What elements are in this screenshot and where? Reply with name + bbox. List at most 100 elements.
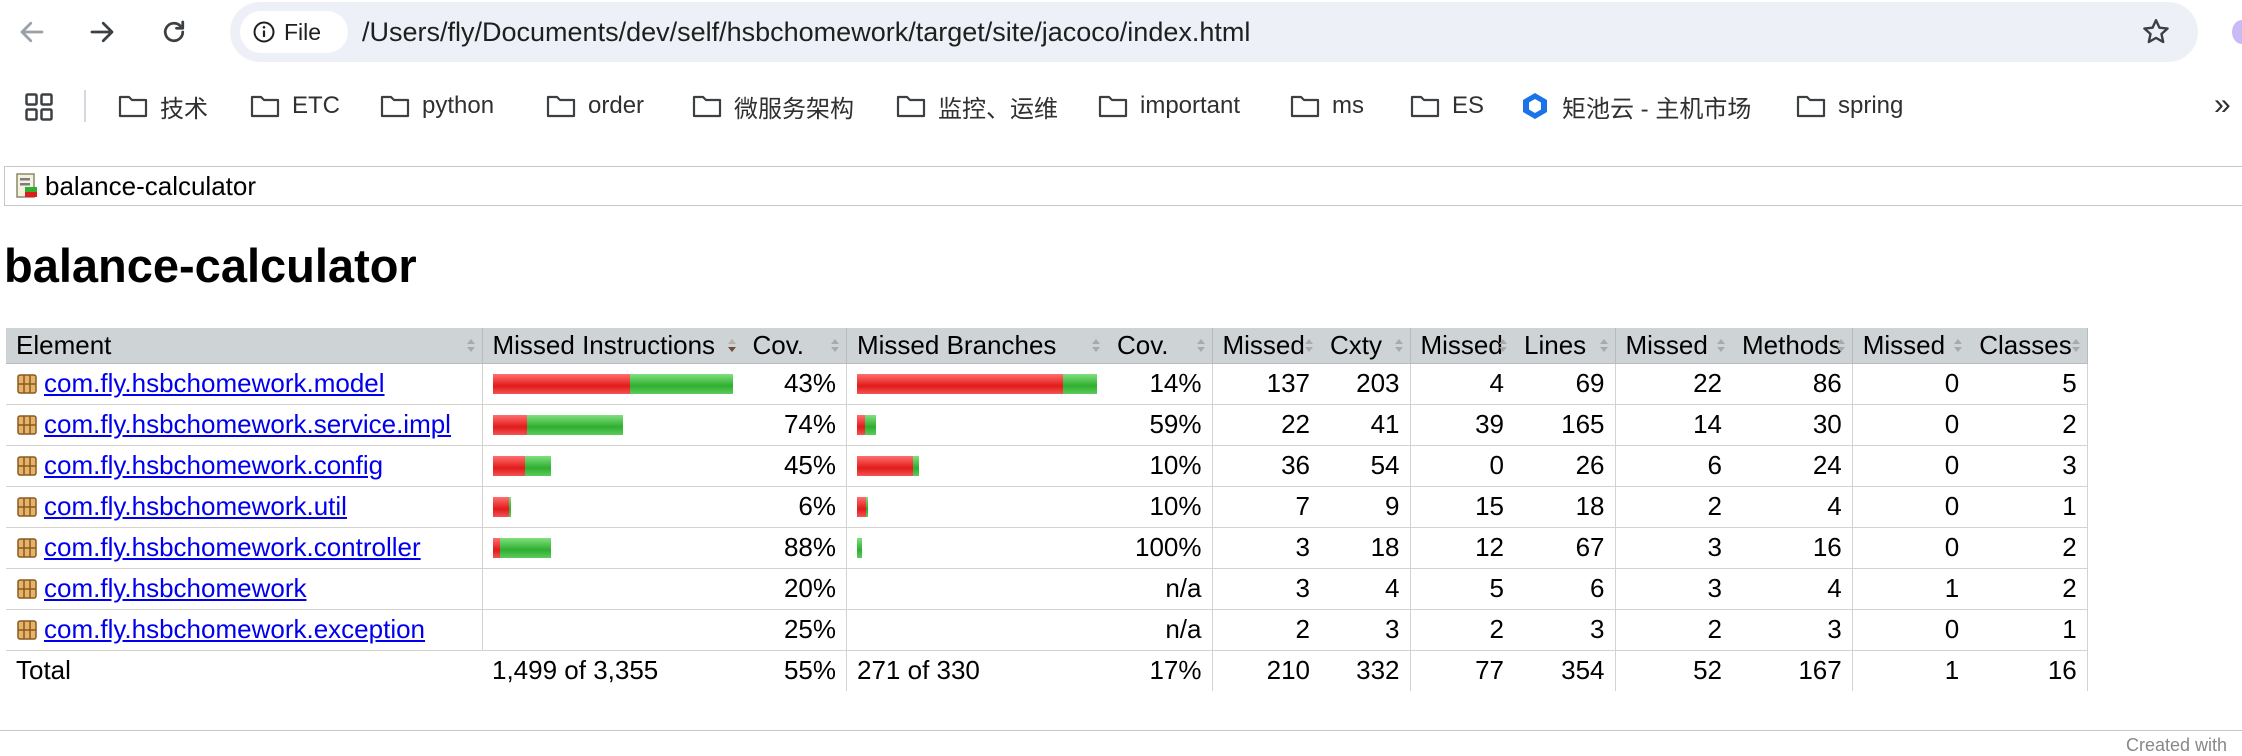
column-header-instructions-coverage[interactable]: Cov.: [742, 328, 847, 364]
package-link[interactable]: com.fly.hsbchomework.config: [44, 450, 383, 481]
bookmark-label: 技术: [160, 95, 208, 123]
sort-icon: [1954, 339, 1963, 352]
column-header-label: Classes: [1979, 329, 2072, 360]
bookmark-item[interactable]: 矩池云 - 主机市场: [1520, 87, 1751, 125]
back-button[interactable]: [12, 12, 52, 52]
total-missed-lines: 77: [1475, 655, 1504, 686]
column-header-classes[interactable]: Classes: [1969, 328, 2088, 364]
bookmark-item[interactable]: 技术: [118, 87, 208, 125]
bookmark-item[interactable]: ETC: [250, 87, 340, 125]
column-header-branches-coverage[interactable]: Cov.: [1107, 328, 1213, 364]
apps-grid-icon[interactable]: [24, 92, 54, 122]
table-row: com.fly.hsbchomework 20% n/a 3 4 5 6 3 4 1 2: [6, 568, 2088, 610]
column-header-label: Lines: [1524, 329, 1587, 360]
profile-avatar[interactable]: [2232, 20, 2242, 44]
missed-branches-cell: [846, 486, 1107, 528]
bookmark-item[interactable]: ES: [1410, 87, 1484, 125]
column-header-lines[interactable]: Lines: [1514, 328, 1616, 364]
bookmark-label: 监控、运维: [938, 95, 1058, 123]
package-link[interactable]: com.fly.hsbchomework.model: [44, 368, 385, 399]
folder-icon: [380, 95, 410, 118]
classes: 1: [1969, 486, 2088, 528]
missed-complexity: 2: [1212, 609, 1320, 651]
sort-icon: [1717, 339, 1725, 352]
instructions-bar: [492, 496, 733, 517]
table-row: com.fly.hsbchomework.service.impl 74% 59% 2…: [6, 404, 2088, 446]
instructions-bar-covered: [508, 496, 511, 517]
package-icon: [17, 455, 37, 476]
package-link[interactable]: com.fly.hsbchomework.exception: [44, 614, 425, 645]
complexity: 9: [1320, 486, 1411, 528]
total-missed-complexity: 210: [1266, 655, 1310, 686]
column-header-element[interactable]: Element: [6, 328, 483, 364]
branches-bar: [857, 455, 1097, 476]
column-header-label: Missed: [1625, 329, 1708, 360]
bookmark-item[interactable]: order: [546, 87, 644, 125]
classes: 2: [1969, 527, 2088, 569]
package-link[interactable]: com.fly.hsbchomework.service.impl: [44, 409, 451, 440]
package-link[interactable]: com.fly.hsbchomework.util: [44, 491, 347, 522]
column-header-missed-methods[interactable]: Missed: [1615, 328, 1732, 364]
folder-icon: [1290, 95, 1320, 118]
package-icon: [17, 619, 37, 640]
lines: 3: [1514, 609, 1616, 651]
table-row: com.fly.hsbchomework.controller 88% 100% 3 1…: [6, 527, 2088, 569]
methods: 3: [1732, 609, 1853, 651]
column-header-complexity[interactable]: Cxty: [1320, 328, 1411, 364]
total-row: Total 1,499 of 3,355 55% 271 of 330 17% …: [6, 650, 2088, 691]
branches-bar-covered: [857, 537, 862, 558]
bookmark-item[interactable]: 微服务架构: [692, 87, 854, 125]
sort-descending-icon: [727, 339, 736, 352]
bookmark-item[interactable]: spring: [1796, 87, 1903, 125]
url-text[interactable]: /Users/fly/Documents/dev/self/hsbchomewo…: [362, 2, 1250, 62]
missed-methods: 22: [1615, 363, 1732, 405]
instructions-bar-covered: [629, 373, 733, 394]
bookmark-label: ms: [1332, 92, 1364, 119]
column-header-missed-classes[interactable]: Missed: [1852, 328, 1970, 364]
column-header-label: Missed Branches: [857, 329, 1057, 360]
column-header-label: Cxty: [1330, 329, 1382, 360]
column-header-missed-branches[interactable]: Missed Branches: [846, 328, 1107, 364]
bookmark-label: ETC: [292, 92, 340, 119]
missed-classes: 0: [1852, 445, 1970, 487]
column-header-label: Missed Instructions: [492, 329, 716, 360]
bookmark-item[interactable]: important: [1098, 87, 1240, 125]
bookmark-star-icon[interactable]: [2140, 16, 2172, 48]
bookmark-item[interactable]: ms: [1290, 87, 1364, 125]
bookmark-item[interactable]: python: [380, 87, 494, 125]
classes: 3: [1969, 445, 2088, 487]
package-icon: [17, 496, 37, 517]
more-bookmarks-button[interactable]: »: [2214, 88, 2231, 122]
reload-button[interactable]: [154, 12, 194, 52]
arrow-right-icon: [90, 21, 114, 43]
total-classes: 16: [1969, 650, 2088, 691]
missed-complexity: 36: [1212, 445, 1320, 487]
column-header-missed-instructions[interactable]: Missed Instructions: [482, 328, 743, 364]
package-link[interactable]: com.fly.hsbchomework.controller: [44, 532, 421, 563]
table-row: com.fly.hsbchomework.exception 25% n/a 2 3 2 3…: [6, 609, 2088, 651]
sort-icon: [1196, 339, 1205, 352]
column-header-missed-complexity[interactable]: Missed: [1212, 328, 1320, 364]
instructions-coverage: 20%: [742, 568, 847, 610]
column-header-methods[interactable]: Methods: [1732, 328, 1853, 364]
missed-instructions-cell: [482, 404, 743, 446]
folder-icon: [896, 95, 926, 118]
table-row: com.fly.hsbchomework.util 6% 10% 7 9 15 18 2 4 0 1: [6, 486, 2088, 528]
column-header-label: Missed: [1862, 329, 1946, 360]
branches-bar: [857, 414, 1097, 435]
bookmark-item[interactable]: 监控、运维: [896, 87, 1058, 125]
site-info-chip[interactable]: File: [240, 11, 348, 53]
complexity: 18: [1320, 527, 1411, 569]
package-link[interactable]: com.fly.hsbchomework: [44, 573, 307, 604]
missed-complexity: 3: [1212, 568, 1320, 610]
branches-bar-missed: [857, 496, 866, 517]
missed-lines: 15: [1410, 486, 1514, 528]
bookmark-label: 矩池云 - 主机市场: [1562, 95, 1752, 123]
column-header-missed-lines[interactable]: Missed: [1410, 328, 1514, 364]
lines: 6: [1514, 568, 1616, 610]
instructions-bar: [492, 537, 733, 558]
missed-classes: 0: [1852, 486, 1970, 528]
forward-button[interactable]: [82, 12, 122, 52]
missed-lines: 4: [1410, 363, 1514, 405]
address-bar[interactable]: File /Users/fly/Documents/dev/self/hsbch…: [230, 2, 2198, 62]
